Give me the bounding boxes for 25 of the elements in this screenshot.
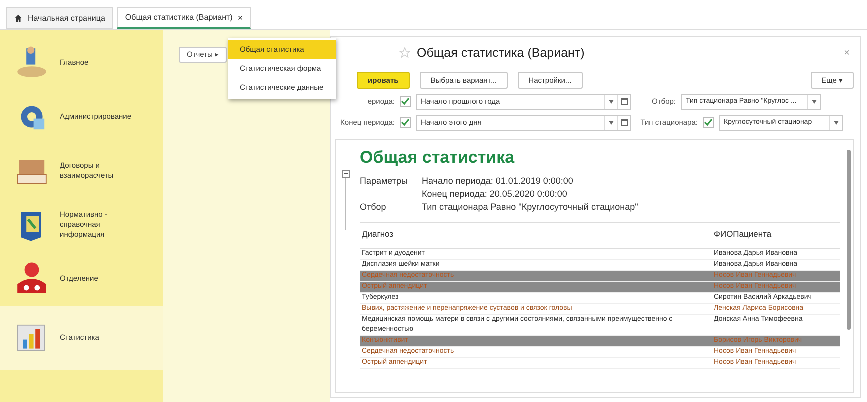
checkbox[interactable] (703, 117, 714, 128)
collapse-icon[interactable] (342, 170, 350, 230)
checkbox[interactable] (400, 96, 411, 107)
param-value: Тип стационара Равно "Круглосуточный стационар" (422, 202, 640, 212)
dropdown-icon[interactable] (834, 120, 838, 124)
scrollbar-thumb[interactable] (846, 150, 850, 330)
dropdown-icon[interactable] (608, 100, 614, 104)
close-icon[interactable]: × (238, 12, 244, 22)
tab[interactable]: Общая статистика (Вариант) × (117, 7, 252, 29)
calendar-icon[interactable] (620, 119, 628, 126)
tab[interactable]: Начальная страница (6, 7, 114, 29)
home-icon (14, 14, 23, 22)
param-label: Отбор (360, 202, 388, 212)
calendar-icon[interactable] (620, 98, 628, 105)
param-value: Начало периода: 01.01.2019 0:00:00 (422, 176, 574, 186)
column-header: ФИОПациента (713, 229, 773, 241)
param-value: Конец периода: 20.05.2020 0:00:00 (422, 189, 568, 199)
report-title: Общая статистика (360, 148, 516, 168)
checkbox[interactable] (400, 117, 411, 128)
dropdown-icon[interactable] (608, 120, 614, 124)
star-icon[interactable] (399, 47, 411, 59)
param-label: Параметры (360, 176, 409, 186)
dropdown-icon[interactable] (812, 100, 816, 104)
window-title: Общая статистика (Вариант) (417, 46, 586, 60)
column-header: Диагноз (361, 229, 395, 241)
